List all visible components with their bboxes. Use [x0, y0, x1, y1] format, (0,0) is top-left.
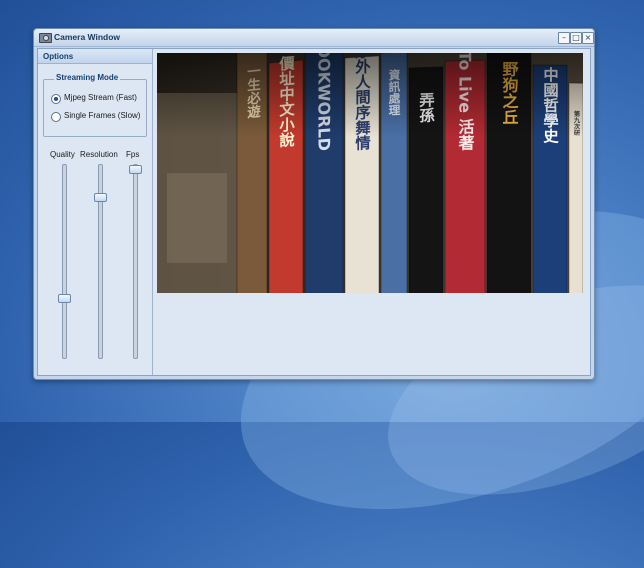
- resolution-label: Resolution: [80, 150, 118, 159]
- close-button[interactable]: ×: [582, 32, 594, 44]
- quality-slider-thumb[interactable]: [58, 293, 71, 303]
- camera-icon: [39, 33, 52, 43]
- camera-view-panel: 一生必遊價址中文小說BOOKWORLD序外人間序舞情資訊處理弄孫To Live …: [153, 49, 590, 375]
- maximize-button[interactable]: □: [570, 32, 582, 44]
- resolution-slider[interactable]: [94, 164, 107, 359]
- options-panel: Options Streaming Mode Mjpeg Stream (Fas…: [38, 49, 153, 375]
- quality-slider[interactable]: [58, 164, 71, 359]
- mjpeg-stream-label[interactable]: Mjpeg Stream (Fast): [64, 93, 137, 102]
- streaming-mode-group: Streaming Mode Mjpeg Stream (Fast) Singl…: [43, 73, 147, 137]
- quality-label: Quality: [50, 150, 75, 159]
- window-title: Camera Window: [54, 32, 121, 42]
- camera-feed-image: 一生必遊價址中文小說BOOKWORLD序外人間序舞情資訊處理弄孫To Live …: [157, 53, 583, 293]
- minimize-button[interactable]: –: [558, 32, 570, 44]
- camera-window: Camera Window – □ × Options Streaming Mo…: [33, 28, 595, 380]
- resolution-slider-thumb[interactable]: [94, 192, 107, 202]
- mjpeg-stream-radio[interactable]: [51, 94, 61, 104]
- fps-label: Fps: [126, 150, 140, 159]
- single-frames-radio[interactable]: [51, 112, 61, 122]
- fps-slider[interactable]: [129, 164, 142, 359]
- options-panel-header[interactable]: Options: [38, 49, 152, 64]
- window-client-area: Options Streaming Mode Mjpeg Stream (Fas…: [37, 48, 591, 376]
- options-title: Options: [43, 52, 74, 61]
- streaming-mode-legend: Streaming Mode: [54, 73, 121, 82]
- single-frames-label[interactable]: Single Frames (Slow): [64, 111, 140, 120]
- window-titlebar[interactable]: Camera Window – □ ×: [34, 29, 594, 47]
- fps-slider-thumb[interactable]: [129, 165, 142, 174]
